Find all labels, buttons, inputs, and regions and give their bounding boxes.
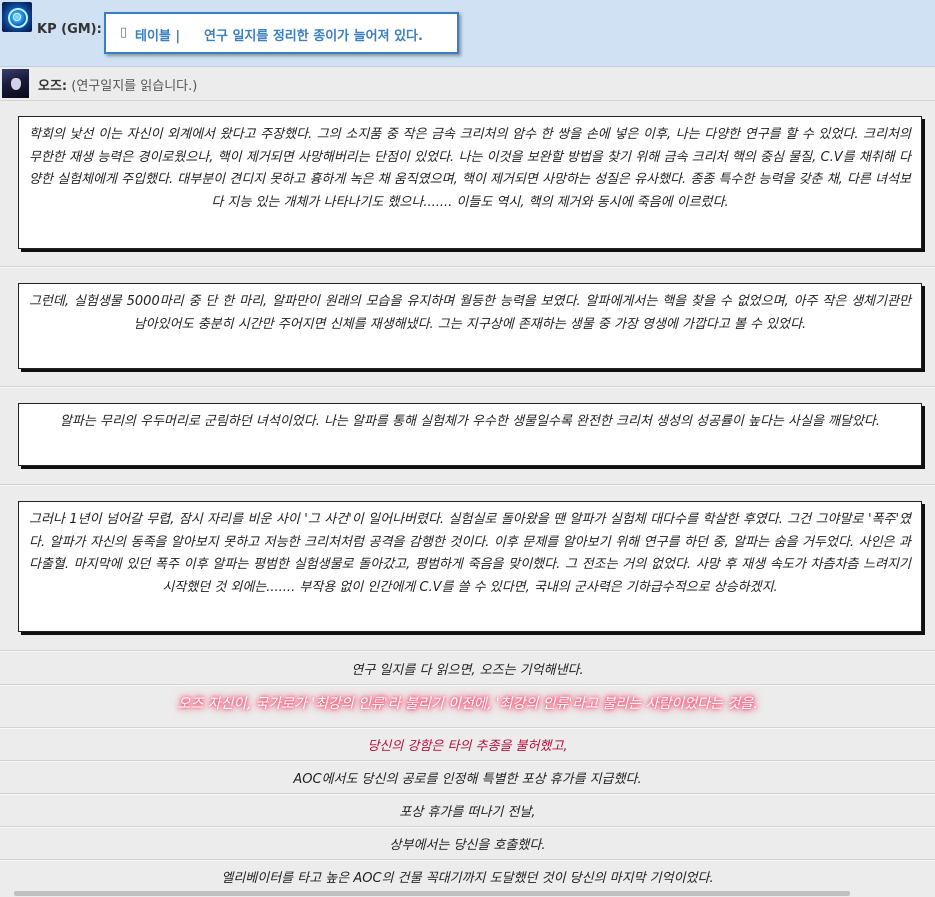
row-divider <box>0 266 935 268</box>
row-divider <box>0 826 935 828</box>
oz-message: 오즈: (연구일지를 읽습니다.) <box>38 75 197 94</box>
oz-avatar[interactable] <box>2 69 29 98</box>
row-divider <box>0 386 935 388</box>
oz-action-text: (연구일지를 읽습니다.) <box>71 79 198 94</box>
gm-message-row: KP (GM): ▯ 테이블 | 연구 일지를 정리한 종이가 늘어져 있다. <box>0 0 935 67</box>
table-notice-box: ▯ 테이블 | 연구 일지를 정리한 종이가 늘어져 있다. <box>104 12 459 54</box>
row-divider <box>0 684 935 686</box>
glowing-narration-line: 오즈 자신이, 국가로가 '최강의 인류'라 불리기 이전에, '최강의 인류'… <box>177 696 758 712</box>
row-divider <box>0 859 935 861</box>
research-log-card-3: 알파는 무리의 우두머리로 군림하던 녀석이었다. 나는 알파를 통해 실험체가… <box>18 403 922 466</box>
gm-avatar-core-icon <box>13 13 21 21</box>
oz-speaker-name: 오즈: <box>38 79 68 94</box>
gm-speaker-name: KP (GM): <box>37 22 102 37</box>
row-divider <box>0 760 935 762</box>
row-divider <box>0 484 935 486</box>
table-notice-tag: 테이블 | <box>135 29 181 44</box>
narration-line-crimson: 당신의 강함은 타의 추종을 불허했고, <box>367 739 568 754</box>
narration-line: 연구 일지를 다 읽으면, 오즈는 기억해낸다. <box>351 663 584 678</box>
narration-line: 포상 휴가를 떠나기 전날, <box>399 805 536 820</box>
player-message-row: 오즈: (연구일지를 읽습니다.) <box>0 66 935 101</box>
table-notice-text: 연구 일지를 정리한 종이가 늘어져 있다. <box>204 29 423 44</box>
horizontal-scrollbar[interactable] <box>14 891 850 896</box>
oz-avatar-face-icon <box>11 78 21 90</box>
row-divider <box>0 793 935 795</box>
narration-line: AOC에서도 당신의 공로를 인정해 특별한 포상 휴가를 지급했다. <box>293 772 642 787</box>
table-notice-icon: ▯ <box>120 25 128 40</box>
narration-line: 상부에서는 당신을 호출했다. <box>389 838 546 853</box>
research-log-card-1: 학회의 낯선 이는 자신이 외계에서 왔다고 주장했다. 그의 소지품 중 작은… <box>18 116 922 249</box>
row-divider <box>0 650 935 652</box>
research-log-card-2: 그런데, 실험생물 5000마리 중 단 한 마리, 알파만이 원래의 모습을 … <box>18 283 922 369</box>
research-log-card-4: 그러나 1년이 넘어갈 무렵, 잠시 자리를 비운 사이 '그 사건'이 일어나… <box>18 501 922 632</box>
narration-line: 엘리베이터를 타고 높은 AOC의 건물 꼭대기까지 도달했던 것이 당신의 마… <box>221 871 714 886</box>
row-divider <box>0 727 935 729</box>
gm-avatar[interactable] <box>2 2 32 32</box>
